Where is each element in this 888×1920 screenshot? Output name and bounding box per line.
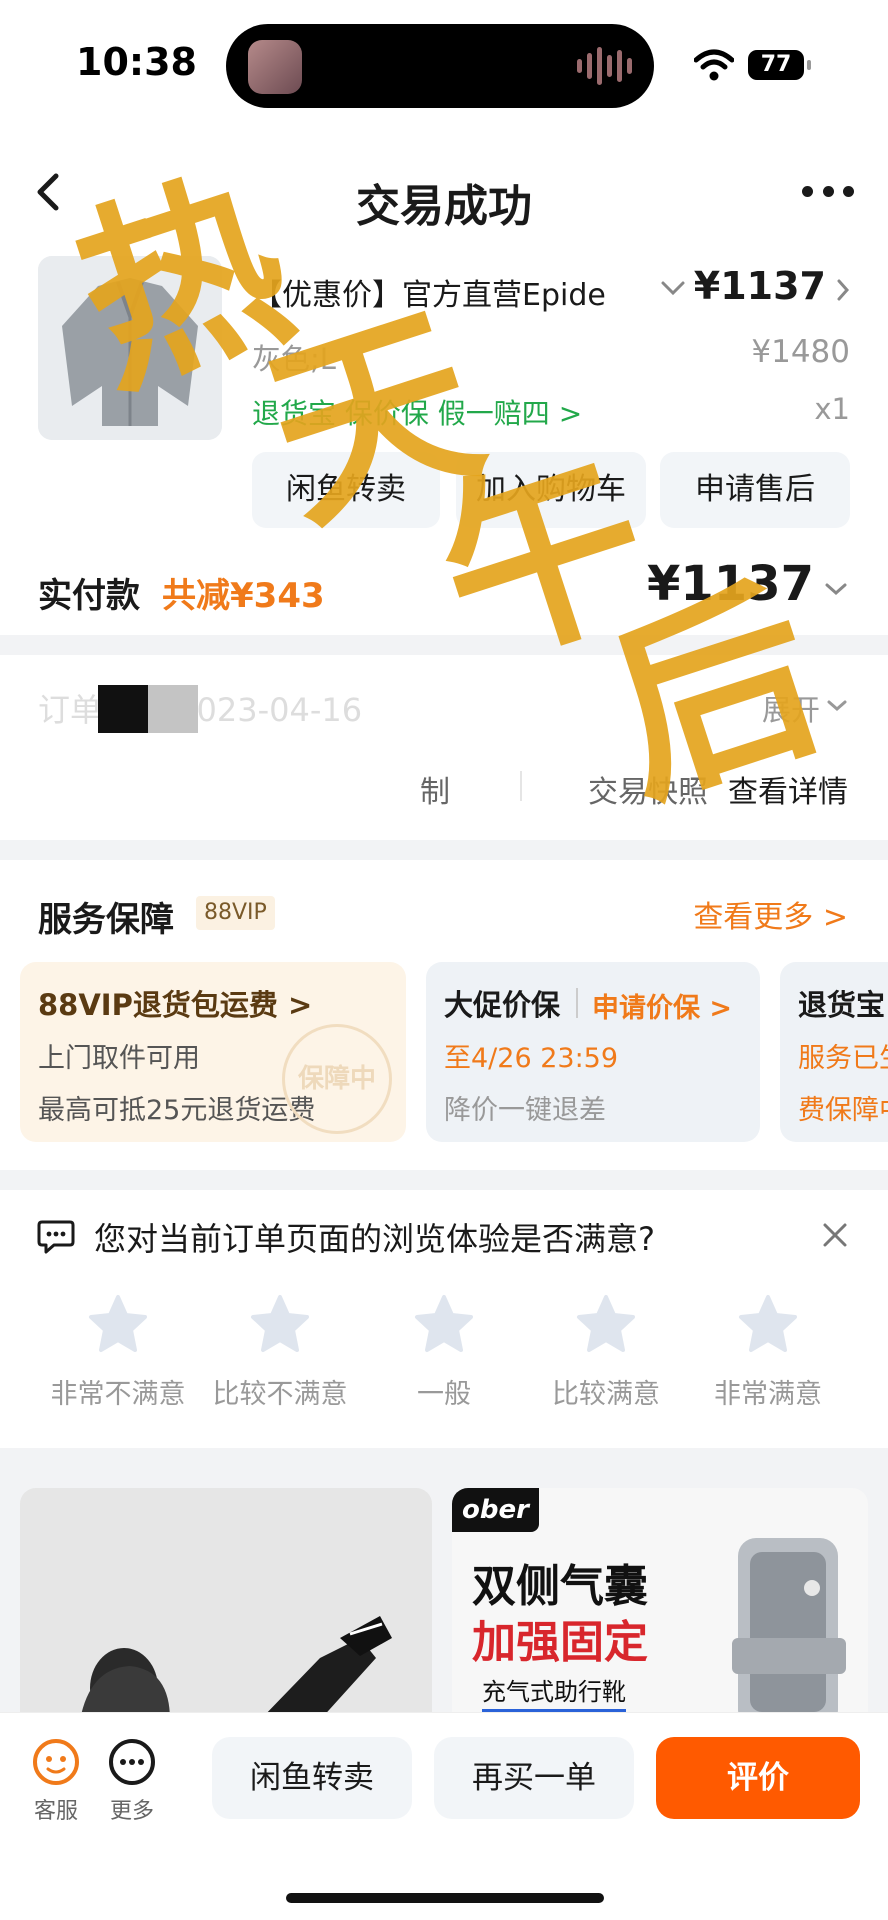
dynamic-island[interactable]: [226, 24, 654, 108]
snapshot-link[interactable]: 交易快照: [588, 767, 708, 811]
card-line: 最高可抵25元退货运费: [38, 1095, 316, 1126]
redaction-block: [148, 685, 198, 733]
page-title: 交易成功: [356, 181, 532, 232]
section-title: 服务保障: [38, 900, 174, 940]
rating-option-4[interactable]: 比较满意: [526, 1294, 686, 1411]
rating-option-5[interactable]: 非常满意: [688, 1294, 848, 1411]
star-icon: [415, 1295, 473, 1352]
paid-label: 实付款: [38, 576, 140, 616]
customer-service-icon: [33, 1739, 79, 1785]
card-line: 服务已生: [798, 1043, 888, 1074]
return-insurance-card[interactable]: 退货宝 服务已生 费保障中: [780, 962, 888, 1142]
jacket-image: [38, 256, 222, 440]
product-sku: 灰色;L: [252, 342, 336, 376]
original-price: ¥1480: [751, 334, 850, 370]
resell-button[interactable]: 闲鱼转卖: [212, 1737, 412, 1819]
more-icon: [109, 1739, 155, 1785]
customer-service-label: 客服: [33, 1799, 78, 1824]
battery-icon: 77: [748, 50, 811, 80]
quantity: x1: [814, 392, 850, 426]
redaction-block: [98, 685, 148, 733]
star-icon: [577, 1295, 635, 1352]
vip-badge: 88VIP: [196, 896, 275, 930]
now-playing-thumbnail: [248, 40, 302, 94]
star-icon: [739, 1295, 797, 1352]
customer-service-button[interactable]: 客服: [24, 1737, 88, 1825]
view-detail-link[interactable]: 查看详情: [728, 767, 848, 811]
walking-boot-image: [732, 1538, 846, 1720]
ad-headline: 加强固定: [472, 1617, 648, 1668]
product-card: 【优惠价】官方直营Epide ¥1137 灰色;L ¥1480 退货宝 保价保 …: [0, 250, 888, 635]
card-line: 上门取件可用: [38, 1043, 200, 1074]
ad-headline: 双侧气囊: [472, 1561, 648, 1612]
view-more-link[interactable]: 查看更多 >: [693, 892, 848, 936]
rating-label: 比较满意: [552, 1379, 660, 1410]
chevron-right-icon[interactable]: [836, 278, 850, 302]
rating-option-1[interactable]: 非常不满意: [38, 1294, 198, 1411]
product-title[interactable]: 【优惠价】官方直营Epide: [252, 270, 642, 314]
after-sales-button[interactable]: 申请售后: [660, 452, 850, 528]
more-options-icon[interactable]: [802, 186, 854, 198]
service-tags-link[interactable]: 退货宝 保价保 假一赔四 >: [252, 392, 582, 432]
star-icon: [251, 1295, 309, 1352]
resell-button[interactable]: 闲鱼转卖: [252, 452, 440, 528]
divider: [576, 988, 578, 1018]
product-image[interactable]: [38, 256, 222, 440]
service-guarantee-card: 服务保障 88VIP 查看更多 > 88VIP退货包运费 > 上门取件可用 最高…: [0, 860, 888, 1170]
rating-label: 一般: [417, 1379, 471, 1410]
return-shipping-card[interactable]: 88VIP退货包运费 > 上门取件可用 最高可抵25元退货运费 保障中: [20, 962, 406, 1142]
card-line: 至4/26 23:59: [444, 1043, 619, 1074]
recommended-product-card[interactable]: [20, 1488, 432, 1720]
divider: [520, 771, 522, 801]
order-action[interactable]: 制: [420, 767, 450, 811]
card-title: 退货宝: [798, 988, 886, 1022]
price-protection-card[interactable]: 大促价保 申请价保 > 至4/26 23:59 降价一键退差: [426, 962, 760, 1142]
nav-bar: 交易成功: [0, 130, 888, 250]
chevron-down-icon[interactable]: [824, 582, 848, 596]
wifi-icon: [694, 49, 734, 81]
guarantee-stamp: 保障中: [282, 1024, 392, 1134]
star-icon: [89, 1295, 147, 1352]
survey-question: 您对当前订单页面的浏览体验是否满意?: [94, 1220, 655, 1258]
satisfaction-survey: 您对当前订单页面的浏览体验是否满意? 非常不满意 比较不满意 一般 比较满意 非…: [0, 1190, 888, 1448]
chat-icon: [37, 1220, 75, 1254]
status-time: 10:38: [76, 40, 197, 84]
rating-label: 非常不满意: [50, 1379, 186, 1410]
recommended-product-card[interactable]: ober 双侧气囊 加强固定 充气式助行靴: [452, 1488, 868, 1720]
rating-label: 比较不满意: [212, 1379, 348, 1410]
chevron-down-icon[interactable]: [826, 699, 848, 712]
buy-again-button[interactable]: 再买一单: [434, 1737, 634, 1819]
card-line: 降价一键退差: [444, 1095, 606, 1126]
product-price: ¥1137: [693, 264, 826, 308]
bottom-action-bar: 客服 更多 闲鱼转卖 再买一单 评价: [0, 1712, 888, 1920]
card-line: 费保障中: [798, 1095, 888, 1126]
add-to-cart-button[interactable]: 加入购物车: [456, 452, 646, 528]
apply-price-protection-link[interactable]: 申请价保 >: [592, 986, 732, 1025]
more-label: 更多: [109, 1799, 154, 1824]
close-icon[interactable]: [822, 1222, 848, 1248]
home-indicator[interactable]: [286, 1893, 604, 1903]
paid-amount: ¥1137: [647, 556, 814, 612]
more-button[interactable]: 更多: [100, 1737, 164, 1825]
review-button[interactable]: 评价: [656, 1737, 860, 1819]
rating-label: 非常满意: [714, 1379, 822, 1410]
rating-option-2[interactable]: 比较不满意: [200, 1294, 360, 1411]
status-bar: 10:38 77: [0, 0, 888, 130]
order-info-card: 订单信息 2023-04-16 展开 制 交易快照 查看详情: [0, 655, 888, 840]
ad-subline: 充气式助行靴: [482, 1672, 626, 1712]
order-info-label: 订单信息 2023-04-16: [38, 691, 363, 729]
brand-logo: ober: [452, 1488, 539, 1532]
card-title: 88VIP退货包运费 >: [38, 988, 313, 1022]
expand-link[interactable]: 展开: [762, 687, 820, 729]
fitness-photo: [20, 1488, 432, 1720]
audio-wave-icon: [577, 46, 632, 86]
paid-reduction: 共减¥343: [162, 576, 325, 616]
chevron-down-icon[interactable]: [660, 280, 686, 296]
rating-option-3[interactable]: 一般: [364, 1294, 524, 1411]
card-title: 大促价保: [444, 988, 561, 1022]
recommendation-feed: ober 双侧气囊 加强固定 充气式助行靴: [0, 1470, 888, 1720]
